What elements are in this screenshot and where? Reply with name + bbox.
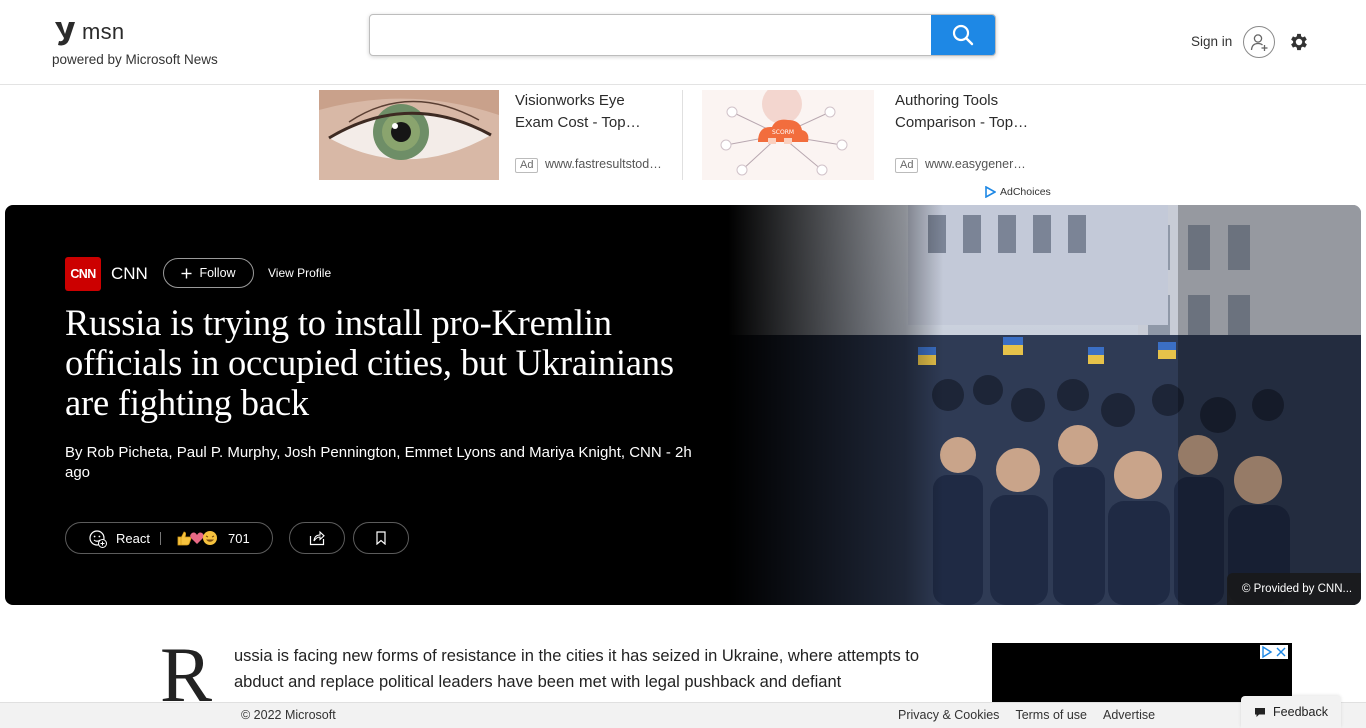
- ad-title[interactable]: Authoring Tools Comparison - Top…: [895, 90, 1045, 134]
- react-label: React: [116, 531, 150, 546]
- ad-title[interactable]: Visionworks Eye Exam Cost - Top…: [515, 90, 665, 134]
- share-icon: [309, 530, 325, 546]
- powered-by-text: powered by Microsoft News: [52, 52, 218, 67]
- adchoices-icon: [985, 186, 996, 198]
- ad-url: www.fastresultstod…: [545, 157, 662, 171]
- gear-icon[interactable]: [1288, 31, 1310, 53]
- ad-image-scorm: SCORM: [702, 90, 874, 180]
- drop-cap: R: [160, 631, 213, 718]
- plus-icon: [181, 268, 192, 278]
- user-add-icon: [1250, 34, 1268, 51]
- terms-link[interactable]: Terms of use: [1015, 708, 1087, 722]
- ad-controls: [1260, 645, 1288, 659]
- article-paragraph: ussia is facing new forms of resistance …: [234, 647, 920, 691]
- save-button[interactable]: [353, 522, 409, 554]
- feedback-icon: [1255, 707, 1266, 717]
- source-info: CNN CNN: [65, 257, 148, 291]
- divider: [160, 532, 161, 545]
- ad-close-icon[interactable]: [1274, 645, 1288, 659]
- article-headline: Russia is trying to install pro-Kremlin …: [65, 302, 674, 423]
- follow-button[interactable]: Follow: [163, 258, 254, 288]
- ad-divider: [682, 90, 683, 180]
- msn-logo[interactable]: msn: [52, 16, 124, 48]
- footer-links: Privacy & Cookies Terms of use Advertise: [898, 708, 1155, 722]
- search-input[interactable]: [370, 15, 932, 55]
- sign-in-link[interactable]: Sign in: [1191, 34, 1232, 49]
- reaction-count: 701: [228, 531, 250, 546]
- bookmark-icon: [376, 531, 386, 545]
- search-icon: [952, 24, 974, 46]
- cnn-logo[interactable]: CNN: [65, 257, 101, 291]
- search-box: [369, 14, 996, 56]
- ad-badge: Ad: [895, 158, 919, 173]
- feedback-label: Feedback: [1273, 705, 1328, 719]
- logo-text: msn: [82, 19, 125, 44]
- msn-logo-icon: [55, 22, 75, 46]
- ad-card-2[interactable]: SCORM Authoring Tools Comparison - Top… …: [702, 90, 1052, 180]
- source-name[interactable]: CNN: [111, 264, 148, 284]
- laugh-icon: [203, 531, 217, 545]
- ad-image-eye: [319, 90, 499, 180]
- share-button[interactable]: [289, 522, 345, 554]
- adchoices-label: AdChoices: [1000, 186, 1051, 198]
- privacy-link[interactable]: Privacy & Cookies: [898, 708, 999, 722]
- react-icon: [89, 530, 107, 548]
- ad-info-icon[interactable]: [1260, 645, 1274, 659]
- feedback-button[interactable]: Feedback: [1241, 696, 1341, 728]
- hero-image[interactable]: [728, 205, 1361, 605]
- ad-badge: Ad: [515, 158, 539, 173]
- search-button[interactable]: [931, 15, 995, 55]
- react-button[interactable]: React 701: [65, 522, 273, 554]
- top-bar: msn powered by Microsoft News Sign in: [0, 0, 1366, 85]
- hero-article: CNN CNN Follow View Profile Russia is tr…: [5, 205, 1361, 605]
- ad-card-1[interactable]: Visionworks Eye Exam Cost - Top… Ad www.…: [319, 90, 669, 180]
- footer: © 2022 Microsoft Privacy & Cookies Terms…: [0, 702, 1366, 728]
- avatar-button[interactable]: [1243, 26, 1275, 58]
- ad-url: www.easygener…: [925, 157, 1026, 171]
- follow-label: Follow: [199, 266, 236, 280]
- copyright: © 2022 Microsoft: [241, 708, 336, 722]
- adchoices-link[interactable]: AdChoices: [984, 186, 1051, 198]
- svg-text:SCORM: SCORM: [772, 129, 794, 136]
- view-profile-link[interactable]: View Profile: [268, 266, 331, 280]
- image-credit: © Provided by CNN...: [1227, 573, 1361, 605]
- article-byline: By Rob Picheta, Paul P. Murphy, Josh Pen…: [65, 444, 692, 481]
- advertise-link[interactable]: Advertise: [1103, 708, 1155, 722]
